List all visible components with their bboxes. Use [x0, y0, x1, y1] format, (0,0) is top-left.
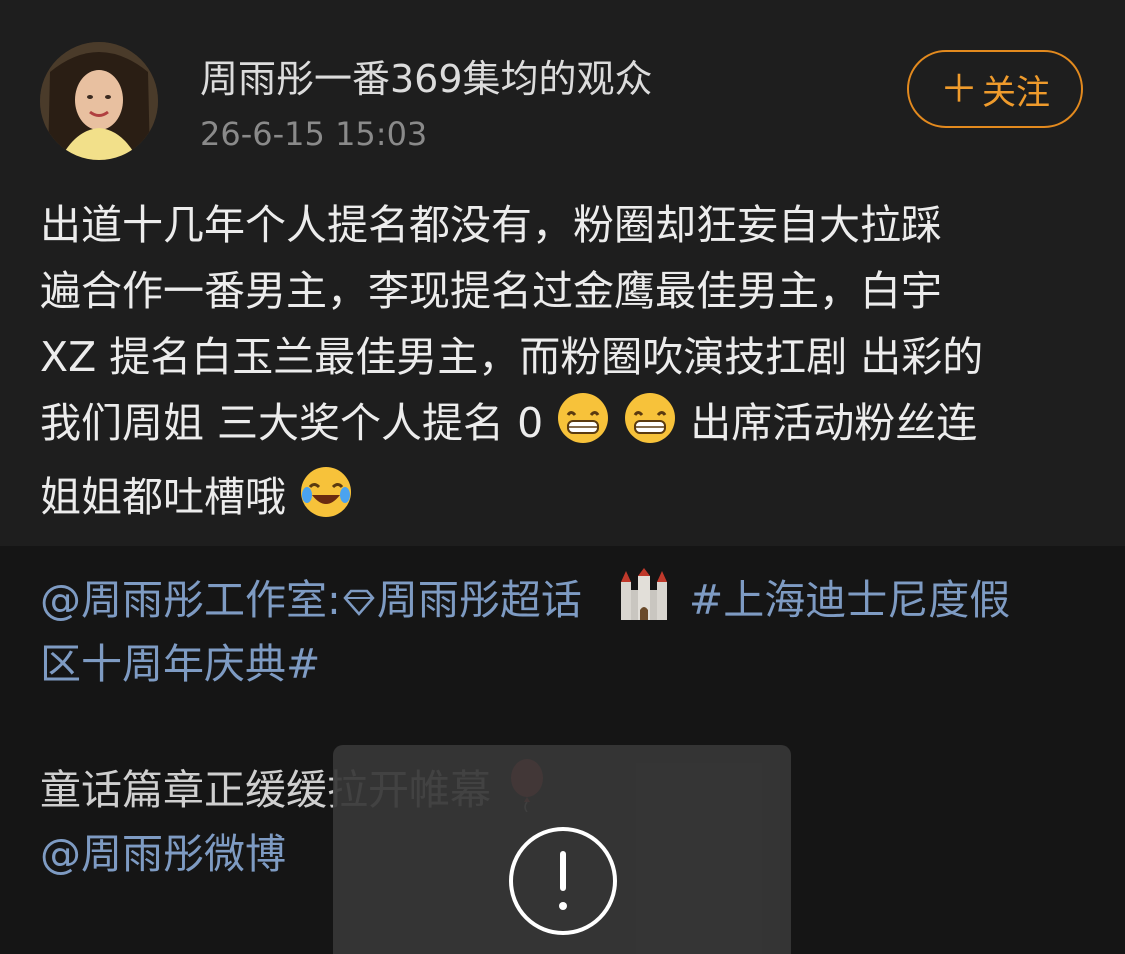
- mention-weibo-link[interactable]: @周雨彤微博: [40, 830, 286, 878]
- post-body: 出道十几年个人提名都没有，粉圈却狂妄自大拉踩 遍合作一番男主，李现提名过金鹰最佳…: [40, 192, 1090, 538]
- repost-tags-line: @周雨彤工作室: 周雨彤超话 #上海迪士尼度假: [40, 566, 1010, 632]
- supertopic-link[interactable]: 周雨彤超话: [341, 576, 582, 624]
- grinning-face-emoji: [556, 391, 610, 464]
- username[interactable]: 周雨彤一番369集均的观众: [200, 48, 653, 103]
- tears-of-joy-emoji: [299, 465, 353, 538]
- post-body-segment: 我们周姐 三大奖个人提名 0: [40, 399, 544, 447]
- hashtag-link-continued[interactable]: 区十周年庆典#: [40, 640, 320, 688]
- repost-mention-line: @周雨彤微博: [40, 820, 286, 880]
- hashtag-link[interactable]: #上海迪士尼度假: [689, 576, 1010, 624]
- castle-emoji: [617, 568, 671, 632]
- follow-label: 关注: [982, 72, 1050, 113]
- post-body-segment: 姐姐都吐槽哦: [40, 473, 286, 521]
- post-body-line: 姐姐都吐槽哦: [40, 464, 1090, 538]
- mention-studio-link[interactable]: @周雨彤工作室:: [40, 576, 341, 624]
- diamond-icon: [343, 589, 375, 616]
- post-timestamp: 26-6-15 15:03: [200, 115, 428, 153]
- post-body-line: 我们周姐 三大奖个人提名 0 出席活动粉丝连: [40, 390, 1090, 464]
- exclamation-circle-icon: [509, 827, 617, 935]
- repost-tags-line: 区十周年庆典#: [40, 630, 320, 690]
- post-body-line: 出道十几年个人提名都没有，粉圈却狂妄自大拉踩: [40, 201, 942, 249]
- post-body-line: 遍合作一番男主，李现提名过金鹰最佳男主，白宇: [40, 267, 942, 315]
- avatar-photo: [40, 42, 158, 160]
- supertopic-label: 周雨彤超话: [376, 576, 582, 624]
- grinning-face-emoji: [623, 391, 677, 464]
- post-body-line: XZ 提名白玉兰最佳男主，而粉圈吹演技扛剧 出彩的: [40, 333, 984, 381]
- avatar[interactable]: [40, 42, 158, 160]
- post-body-segment: 出席活动粉丝连: [690, 399, 978, 447]
- plus-icon: ＋: [939, 67, 978, 111]
- follow-button[interactable]: ＋ 关注: [907, 50, 1083, 128]
